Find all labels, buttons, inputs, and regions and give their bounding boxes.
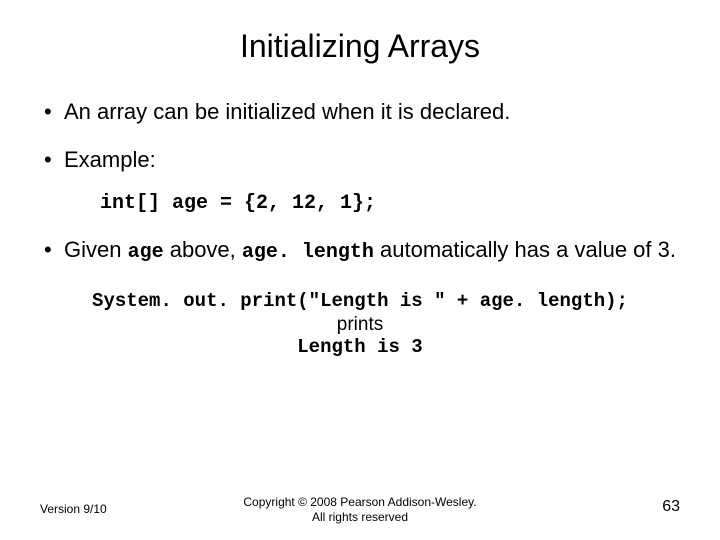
bullet-1: An array can be initialized when it is d… <box>40 97 680 127</box>
output-block: System. out. print("Length is " + age. l… <box>40 290 680 358</box>
bullet-list: An array can be initialized when it is d… <box>40 97 680 174</box>
footer-version: Version 9/10 <box>40 502 107 516</box>
footer-copyright-line1: Copyright © 2008 Pearson Addison-Wesley. <box>40 495 680 511</box>
bullet-3: Given age above, age. length automatical… <box>40 235 680 266</box>
footer-copyright: Copyright © 2008 Pearson Addison-Wesley.… <box>40 495 680 526</box>
code-example-1: int[] age = {2, 12, 1}; <box>100 192 680 215</box>
output-prints-label: prints <box>40 314 680 336</box>
b3-code-age: age <box>128 241 164 264</box>
output-statement: System. out. print("Length is " + age. l… <box>40 290 680 312</box>
b3-text-post: automatically has a value of 3. <box>374 237 676 262</box>
bullet-list-2: Given age above, age. length automatical… <box>40 235 680 266</box>
b3-text-mid: above, <box>164 237 242 262</box>
b3-text-pre: Given <box>64 237 128 262</box>
footer-copyright-line2: All rights reserved <box>40 510 680 526</box>
footer-page-number: 63 <box>662 498 680 516</box>
bullet-2: Example: <box>40 145 680 175</box>
output-result: Length is 3 <box>40 336 680 358</box>
b3-code-length: age. length <box>242 241 374 264</box>
footer: Version 9/10 Copyright © 2008 Pearson Ad… <box>0 495 720 526</box>
slide-title: Initializing Arrays <box>40 28 680 65</box>
